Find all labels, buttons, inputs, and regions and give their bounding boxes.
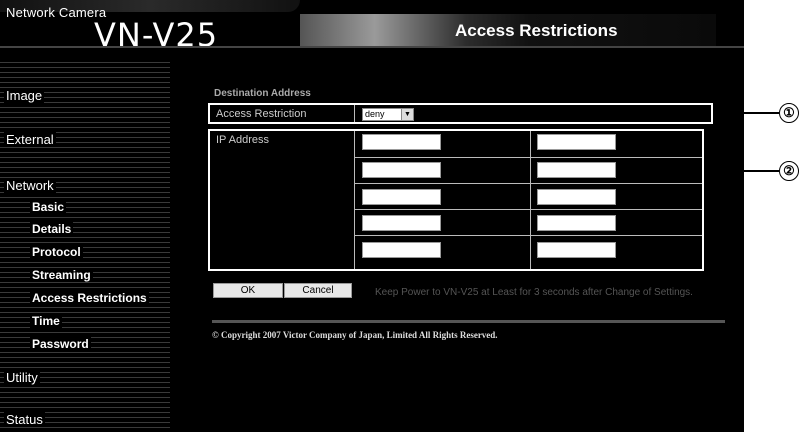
- column-divider: [530, 131, 531, 269]
- ip-address-input[interactable]: [537, 215, 616, 231]
- callout-marker-1: ①: [779, 103, 799, 123]
- section-title: Destination Address: [214, 88, 311, 99]
- callout-marker-2: ②: [779, 161, 799, 181]
- access-restriction-select[interactable]: deny ▼: [362, 108, 414, 121]
- sidebar-item-password[interactable]: Password: [30, 337, 91, 351]
- row-divider: [354, 157, 702, 158]
- ip-address-label: IP Address: [216, 134, 269, 146]
- cancel-button[interactable]: Cancel: [284, 283, 352, 298]
- sidebar-item-external[interactable]: External: [4, 132, 56, 147]
- ip-address-input[interactable]: [537, 162, 616, 178]
- sidebar: Image External Network Basic Details Pro…: [0, 58, 170, 432]
- ip-address-input[interactable]: [537, 189, 616, 205]
- callout-line-2: [704, 170, 779, 172]
- header-divider: [0, 46, 744, 48]
- sidebar-item-network[interactable]: Network: [4, 178, 56, 193]
- ip-address-input[interactable]: [362, 242, 441, 258]
- row-divider: [354, 183, 702, 184]
- ip-address-input[interactable]: [537, 134, 616, 150]
- column-divider: [354, 131, 355, 269]
- row-divider: [354, 235, 702, 236]
- brand-model: VN-V25: [94, 16, 219, 54]
- ip-address-input[interactable]: [362, 134, 441, 150]
- ip-address-input[interactable]: [362, 189, 441, 205]
- access-restriction-value: deny: [365, 109, 385, 119]
- ok-button[interactable]: OK: [213, 283, 283, 298]
- ip-address-frame: [208, 129, 704, 271]
- sidebar-item-details[interactable]: Details: [30, 222, 74, 236]
- sidebar-item-basic[interactable]: Basic: [30, 200, 67, 214]
- sidebar-item-image[interactable]: Image: [4, 88, 45, 103]
- sidebar-item-protocol[interactable]: Protocol: [30, 245, 83, 259]
- sidebar-item-time[interactable]: Time: [30, 314, 62, 328]
- ip-address-input[interactable]: [362, 215, 441, 231]
- sidebar-item-utility[interactable]: Utility: [4, 370, 40, 385]
- sidebar-item-access-restrictions[interactable]: Access Restrictions: [30, 291, 149, 305]
- ip-address-input[interactable]: [537, 242, 616, 258]
- app-window: Network Camera VN-V25 Access Restriction…: [0, 0, 744, 432]
- ip-address-input[interactable]: [362, 162, 441, 178]
- access-restriction-label: Access Restriction: [216, 108, 307, 120]
- sidebar-item-status[interactable]: Status: [4, 412, 45, 427]
- row-divider: [354, 209, 702, 210]
- brand-label: Network Camera: [6, 5, 107, 20]
- callout-line-1: [713, 112, 779, 114]
- row-divider: [354, 105, 355, 122]
- page-title: Access Restrictions: [455, 21, 618, 40]
- sidebar-item-streaming[interactable]: Streaming: [30, 268, 93, 282]
- footer-divider: [212, 320, 725, 323]
- copyright-text: © Copyright 2007 Victor Company of Japan…: [212, 330, 498, 340]
- settings-note: Keep Power to VN-V25 at Least for 3 seco…: [375, 287, 693, 298]
- chevron-down-icon[interactable]: ▼: [401, 109, 413, 120]
